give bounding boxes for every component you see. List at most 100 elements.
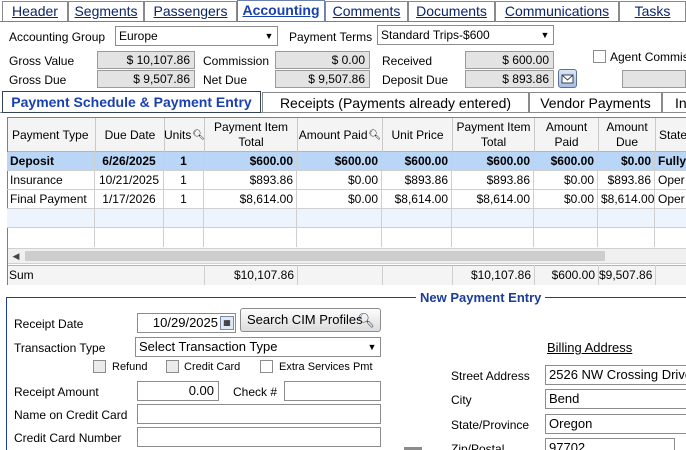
tab-documents[interactable]: Documents (408, 1, 495, 21)
col-amount-due[interactable]: Amount Due (599, 118, 656, 152)
sum-amount-due: $9,507.86 (599, 265, 656, 285)
cell-payment-type: Insurance (7, 171, 95, 190)
cell-due-date: 6/26/2025 (95, 152, 164, 171)
empty-cell (452, 228, 534, 247)
table-row[interactable]: Insurance 10/21/2025 1 $893.86 $0.00 $89… (7, 171, 686, 190)
cell-amount-paid-2: $600.00 (534, 152, 598, 171)
receipt-amount-label: Receipt Amount (14, 385, 99, 399)
city-field[interactable]: Bend (545, 389, 686, 409)
cell-units: 1 (164, 152, 204, 171)
tab-more[interactable]: In (662, 92, 686, 113)
cell-amount-paid-2: $0.00 (534, 190, 598, 209)
payment-terms-value: Standard Trips-$600 (381, 28, 490, 42)
receipt-date-label: Receipt Date (14, 317, 84, 331)
tab-bar (0, 21, 686, 22)
gross-due-label: Gross Due (9, 73, 67, 87)
cc-number-field[interactable] (137, 427, 381, 447)
envelope-icon (561, 74, 574, 84)
extra-services-label: Extra Services Pmt (279, 361, 373, 373)
gross-due-field: $ 9,507.86 (97, 70, 195, 88)
search-icon[interactable]: 🔍︎ (369, 128, 382, 143)
name-on-cc-field[interactable] (137, 404, 381, 424)
empty-cell (164, 228, 204, 247)
net-due-label: Net Due (203, 73, 248, 87)
cell-amount-due: $0.00 (598, 152, 655, 171)
empty-cell (297, 209, 382, 228)
tab-receipts[interactable]: Receipts (Payments already entered) (262, 92, 529, 113)
accounting-group-value: Europe (119, 29, 158, 43)
sum-item-total: $10,107.86 (205, 265, 298, 285)
search-cim-profiles-button[interactable]: Search CIM Profiles 🔍︎ (240, 308, 381, 332)
col-payment-type[interactable]: Payment Type (8, 118, 96, 152)
cell-item-total: $8,614.00 (204, 190, 297, 209)
col-status[interactable]: State (656, 118, 686, 152)
tab-payment-schedule[interactable]: Payment Schedule & Payment Entry (2, 91, 261, 113)
tab-comments[interactable]: Comments (325, 1, 408, 21)
scroll-thumb[interactable] (25, 251, 605, 261)
tab-segments[interactable]: Segments (68, 1, 144, 21)
cell-amount-paid: $0.00 (297, 190, 382, 209)
commission-field: $ 0.00 (275, 51, 370, 69)
tab-communications[interactable]: Communications (495, 1, 619, 21)
cell-units: 1 (164, 190, 204, 209)
name-on-cc-label: Name on Credit Card (14, 408, 128, 422)
extra-services-checkbox[interactable] (260, 360, 273, 373)
zip-postal-field[interactable]: 97702 (545, 438, 675, 450)
empty-cell (598, 209, 655, 228)
col-due-date[interactable]: Due Date (96, 118, 165, 152)
search-icon[interactable]: 🔍︎ (192, 128, 205, 143)
payment-terms-select[interactable]: Standard Trips-$600 ▼ (377, 25, 554, 45)
tab-tasks[interactable]: Tasks (619, 1, 686, 21)
check-number-label: Check # (233, 385, 278, 399)
col-payment-item-total[interactable]: Payment Item Total (205, 118, 298, 152)
cell-units: 1 (164, 171, 204, 190)
credit-card-checkbox[interactable] (166, 360, 179, 373)
scroll-left-icon[interactable]: ◀ (8, 249, 24, 263)
col-payment-item-total-2[interactable]: Payment Item Total (453, 118, 535, 152)
receipt-amount-field[interactable]: 0.00 (137, 381, 219, 401)
tab-passengers[interactable]: Passengers (144, 1, 237, 21)
commission-label: Commission (203, 54, 270, 68)
table-row[interactable]: Final Payment 1/17/2026 1 $8,614.00 $0.0… (7, 190, 686, 209)
street-address-field[interactable]: 2526 NW Crossing Drive (545, 365, 686, 385)
col-unit-price[interactable]: Unit Price (383, 118, 453, 152)
receipt-date-field[interactable]: 10/29/2025 ▦ (137, 313, 236, 333)
accounting-group-label: Accounting Group (9, 30, 106, 44)
table-row[interactable]: Deposit 6/26/2025 1 $600.00 $600.00 $600… (7, 152, 686, 171)
search-cim-label: Search CIM Profiles (247, 312, 363, 327)
state-province-field[interactable]: Oregon (545, 414, 686, 434)
agent-commission-checkbox[interactable] (593, 50, 606, 63)
tab-accounting[interactable]: Accounting (237, 0, 325, 21)
cell-status: Oper (658, 173, 685, 187)
tab-header[interactable]: Header (2, 1, 68, 21)
transaction-type-select[interactable]: Select Transaction Type ▼ (135, 337, 381, 357)
sum-empty (383, 265, 453, 285)
street-address-label: Street Address (451, 369, 530, 383)
horizontal-scrollbar[interactable]: ◀ (8, 248, 686, 264)
col-units[interactable]: Units 🔍︎ (164, 118, 205, 152)
chevron-down-icon: ▼ (537, 26, 553, 44)
refund-checkbox[interactable] (93, 360, 106, 373)
check-number-field[interactable] (284, 381, 381, 401)
col-amount-paid[interactable]: Amount Paid 🔍︎ (298, 118, 383, 152)
cell-status: Fully (658, 154, 686, 168)
agent-commission-field[interactable] (622, 70, 686, 88)
cell-amount-due: $893.86 (598, 171, 655, 190)
gross-value-label: Gross Value (9, 54, 75, 68)
col-amount-paid-2[interactable]: Amount Paid (535, 118, 599, 152)
cell-due-date: 1/17/2026 (95, 190, 164, 209)
tab-vendor-payments[interactable]: Vendor Payments (529, 92, 662, 113)
calendar-icon[interactable]: ▦ (220, 316, 234, 330)
chevron-down-icon: ▼ (364, 338, 380, 356)
deposit-due-label: Deposit Due (382, 73, 449, 87)
table-row-empty[interactable] (7, 209, 686, 228)
cell-item-total-2: $600.00 (452, 152, 534, 171)
cell-item-total: $893.86 (204, 171, 297, 190)
transaction-type-value: Select Transaction Type (139, 339, 278, 354)
email-button[interactable] (558, 69, 577, 88)
table-row-empty[interactable] (7, 228, 686, 248)
payment-terms-label: Payment Terms (289, 30, 373, 44)
sum-empty (298, 265, 383, 285)
accounting-group-select[interactable]: Europe ▼ (115, 26, 278, 46)
cell-payment-type: Final Payment (7, 190, 95, 209)
